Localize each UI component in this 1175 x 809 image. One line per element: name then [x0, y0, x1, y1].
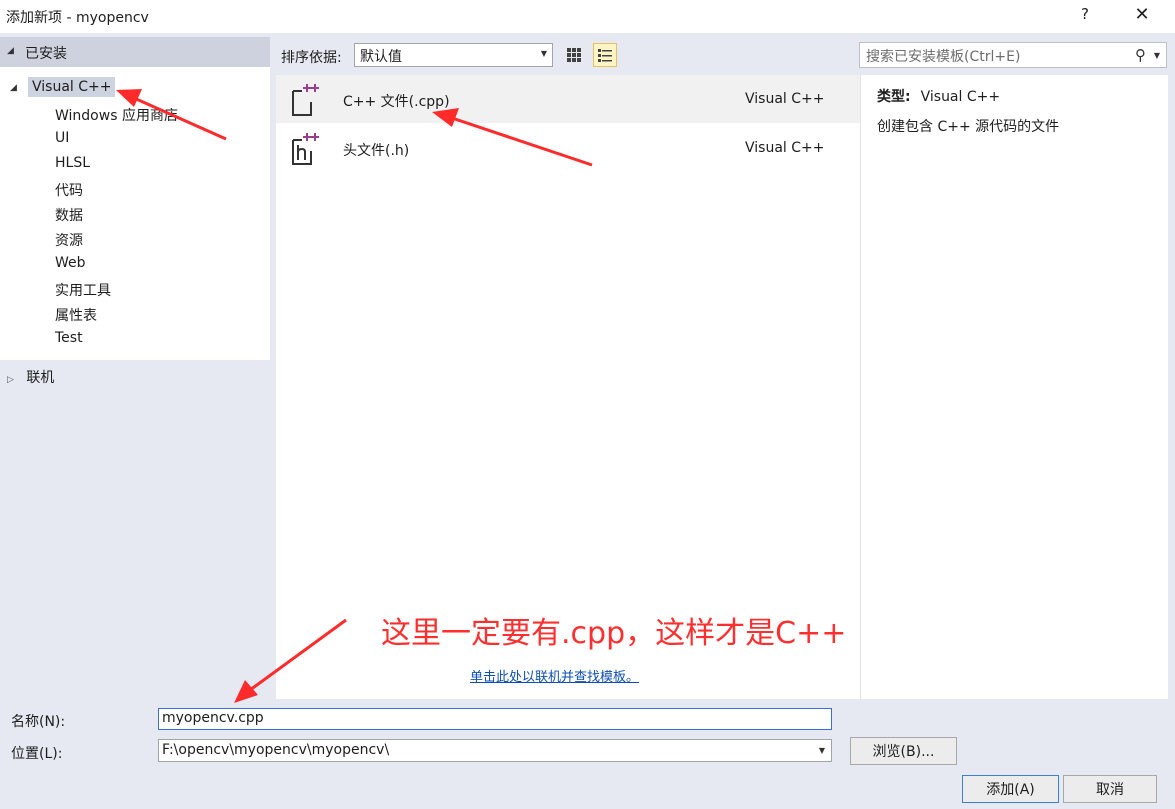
tree-item-property-sheets[interactable]: 属性表	[55, 305, 97, 325]
tree-item-web[interactable]: Web	[55, 255, 86, 271]
template-type: Visual C++	[745, 140, 825, 156]
type-label: 类型:	[877, 89, 911, 105]
tree-item-test[interactable]: Test	[55, 330, 83, 346]
search-input[interactable]: 搜索已安装模板(Ctrl+E) ⚲ ▼	[859, 42, 1167, 68]
header-file-icon	[292, 133, 319, 165]
tree-item-windows-store[interactable]: Windows 应用商店	[55, 105, 178, 125]
add-button[interactable]: 添加(A)	[962, 775, 1059, 803]
name-value: myopencv.cpp	[162, 710, 264, 726]
tree-item-data[interactable]: 数据	[55, 205, 83, 225]
help-button[interactable]: ?	[1078, 5, 1092, 23]
expand-triangle-icon: ◢	[10, 83, 17, 93]
sort-value: 默认值	[360, 49, 402, 65]
chevron-down-icon[interactable]: ▼	[1154, 51, 1160, 60]
type-line: 类型: Visual C++	[877, 86, 1000, 106]
online-label: 联机	[26, 370, 55, 386]
annotation-text: 这里一定要有.cpp，这样才是C++	[381, 616, 847, 651]
tree-item-label: Visual C++	[28, 77, 116, 97]
grid-view-button[interactable]	[562, 43, 586, 67]
panel-border	[1168, 75, 1175, 699]
grid-view-icon	[567, 48, 581, 62]
title-bar: 添加新项 - myopencv ? ✕	[0, 0, 1175, 33]
tree-item-code[interactable]: 代码	[55, 180, 83, 200]
chevron-down-icon: ▼	[540, 49, 547, 58]
tree-item-online[interactable]: ▷ 联机	[7, 367, 54, 387]
tree-item-utility[interactable]: 实用工具	[55, 280, 111, 300]
toolbar: 排序依据: 默认值 ▼ 搜索已安装模板(Ctrl+E) ⚲ ▼	[276, 33, 1175, 75]
template-description: 创建包含 C++ 源代码的文件	[877, 119, 1060, 135]
template-name: 头文件(.h)	[343, 143, 410, 159]
expand-triangle-icon: ▷	[7, 375, 14, 385]
search-placeholder: 搜索已安装模板(Ctrl+E)	[866, 49, 1021, 65]
template-item-cpp[interactable]: C++ 文件(.cpp) Visual C++	[276, 75, 860, 123]
collapse-triangle-icon: ◢	[7, 46, 14, 56]
installed-header[interactable]: ◢ 已安装	[0, 37, 270, 67]
location-label: 位置(L):	[11, 746, 63, 762]
details-panel: 类型: Visual C++ 创建包含 C++ 源代码的文件	[860, 75, 1168, 699]
window-title: 添加新项 - myopencv	[6, 10, 149, 26]
location-value: F:\opencv\myopencv\myopencv\	[162, 742, 390, 758]
close-button[interactable]: ✕	[1132, 4, 1152, 25]
sort-label: 排序依据:	[281, 50, 342, 66]
online-templates-link[interactable]: 单击此处以联机并查找模板。	[470, 666, 639, 685]
bottom-form: 名称(N): myopencv.cpp 位置(L): F:\opencv\myo…	[0, 699, 1175, 809]
template-type: Visual C++	[745, 91, 825, 107]
list-view-button[interactable]	[593, 43, 617, 67]
template-list: C++ 文件(.cpp) Visual C++ 头文件(.h) Visual C…	[276, 75, 860, 699]
type-value: Visual C++	[920, 89, 1001, 105]
browse-button[interactable]: 浏览(B)...	[850, 737, 957, 765]
tree-item-resources[interactable]: 资源	[55, 230, 83, 250]
cpp-file-icon	[292, 84, 319, 116]
template-tree: ◢ Visual C++ Windows 应用商店 UI HLSL 代码 数据 …	[0, 67, 270, 360]
cancel-button[interactable]: 取消	[1063, 775, 1157, 803]
name-label: 名称(N):	[11, 714, 66, 730]
left-panel: ◢ 已安装 ◢ Visual C++ Windows 应用商店 UI HLSL …	[0, 33, 276, 699]
tree-item-hlsl[interactable]: HLSL	[55, 155, 90, 171]
tree-item-ui[interactable]: UI	[55, 130, 69, 146]
template-name: C++ 文件(.cpp)	[343, 94, 450, 110]
installed-label: 已安装	[25, 46, 67, 62]
location-dropdown[interactable]: F:\opencv\myopencv\myopencv\ ▼	[158, 739, 832, 762]
sort-dropdown[interactable]: 默认值 ▼	[354, 43, 553, 67]
search-icon[interactable]: ⚲	[1135, 46, 1146, 64]
name-field[interactable]: myopencv.cpp	[158, 708, 832, 730]
chevron-down-icon: ▼	[818, 746, 825, 755]
list-view-icon	[598, 49, 612, 62]
template-item-header[interactable]: 头文件(.h) Visual C++	[276, 124, 860, 172]
